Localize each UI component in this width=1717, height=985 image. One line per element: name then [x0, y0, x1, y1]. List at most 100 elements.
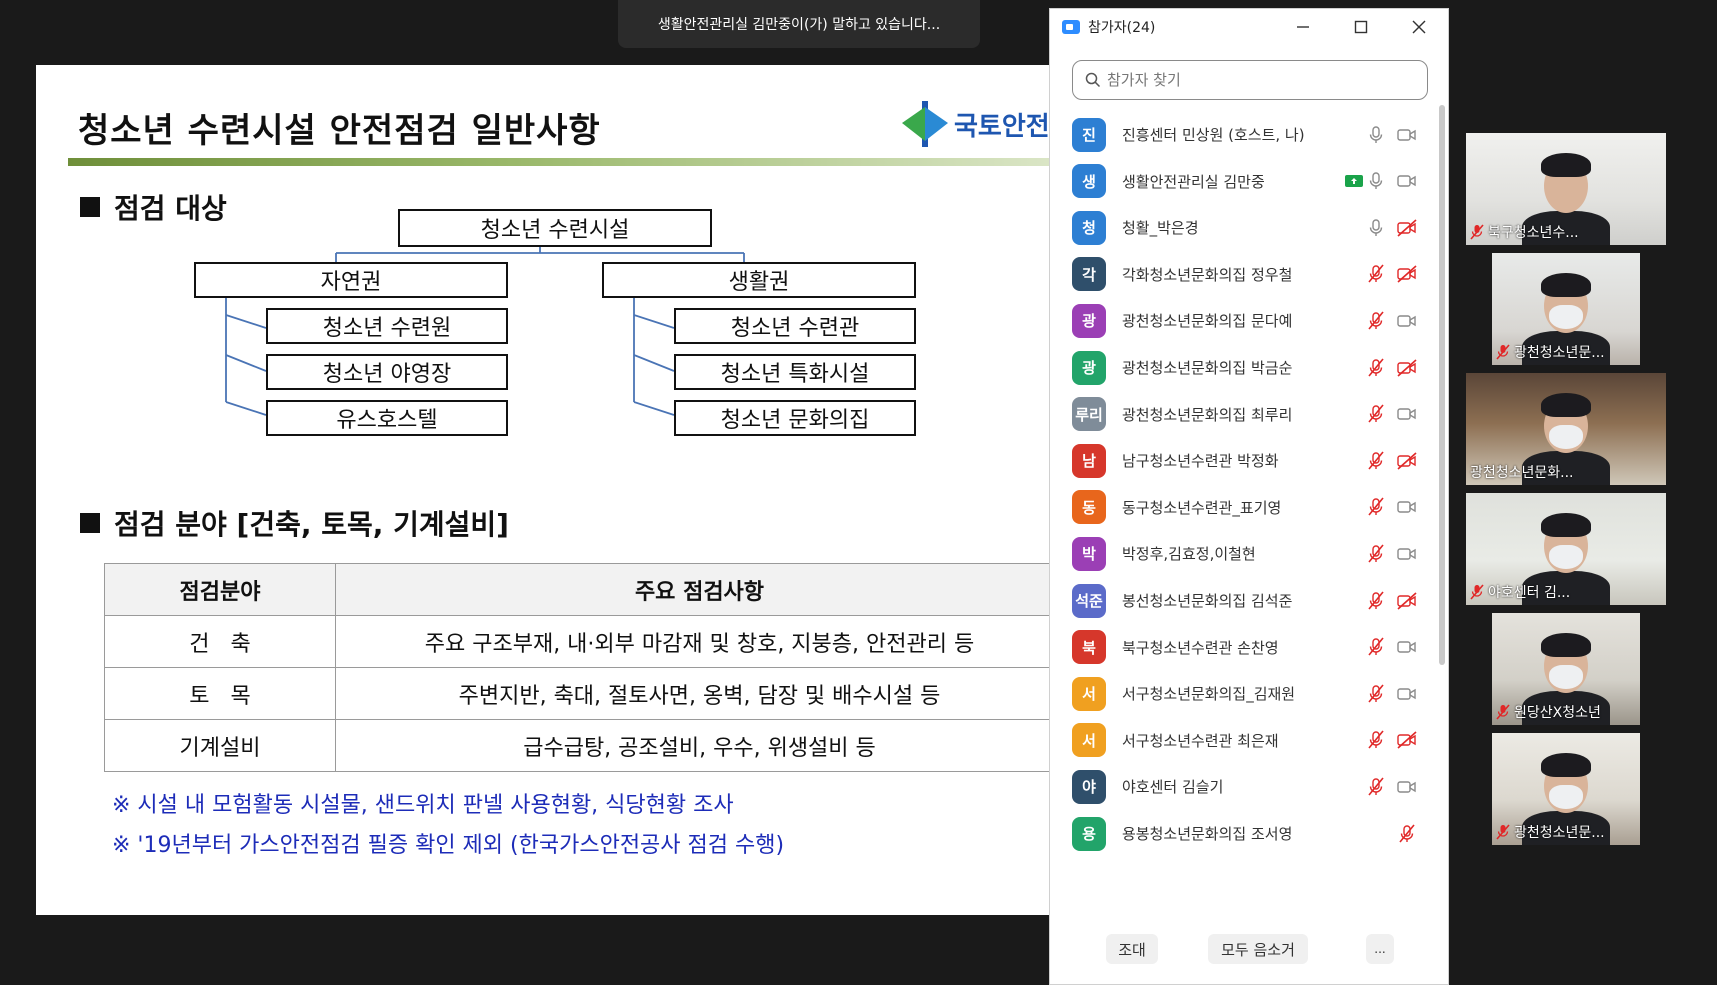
participant-avatar: 각 [1072, 257, 1106, 292]
participant-row[interactable]: 생 생활안전관리실 김만중 [1050, 156, 1434, 207]
participant-avatar: 진 [1072, 117, 1106, 152]
participant-row[interactable]: 석준 봉선청소년문화의집 김석준 [1050, 575, 1434, 626]
tree-leaf-box: 청소년 특화시설 [674, 354, 916, 390]
panel-footer: 조대 모두 음소거 ... [1050, 934, 1448, 976]
participant-row[interactable]: 남 남구청소년수련관 박정화 [1050, 435, 1434, 486]
participant-avatar: 광 [1072, 303, 1106, 338]
face-mask [1549, 425, 1583, 449]
face-mask [1549, 665, 1583, 689]
participant-list: 진 진흥센터 민상원 (호스트, 나) 생 생활안전관리실 김만중 청 청활_박은경각 각화… [1050, 109, 1434, 929]
close-icon [1412, 20, 1426, 34]
participant-row[interactable]: 광 광천청소년문화의집 박금순 [1050, 342, 1434, 393]
table-row: 건 축 주요 구조부재, 내·외부 마감재 및 창호, 지붕층, 안전관리 등 [104, 615, 1050, 668]
participant-row[interactable]: 서 서구청소년수련관 최은재 [1050, 715, 1434, 766]
table-header-cell: 주요 점검사항 [335, 563, 1050, 616]
tree-leaf-box: 청소년 수련관 [674, 308, 916, 344]
participant-name: 남구청소년수련관 박정화 [1122, 452, 1279, 471]
microphone-muted-icon [1364, 449, 1388, 473]
face-mask [1549, 305, 1583, 329]
thumbnail-name: 광천청소년문... [1514, 825, 1605, 841]
participant-video-thumbnail[interactable]: 광천청소년문... [1492, 733, 1640, 845]
microphone-muted-icon [1364, 402, 1388, 426]
person-hair [1541, 753, 1591, 777]
zoom-meeting-window: 생활안전관리실 김만중이(가) 말하고 있습니다... 청소년 수련시설 안전점… [0, 0, 1717, 985]
table-cell: 건 축 [104, 615, 336, 668]
microphone-muted-icon [1364, 309, 1388, 333]
person-hair [1541, 513, 1591, 537]
microphone-muted-icon [1364, 542, 1388, 566]
video-camera-off-icon [1395, 449, 1419, 473]
participant-avatar: 석준 [1072, 583, 1106, 618]
participant-search-input[interactable] [1107, 71, 1407, 89]
section-heading-text: 점검 분야 [건축, 토목, 기계설비] [114, 508, 509, 541]
participant-name: 야호센터 김슬기 [1122, 778, 1224, 797]
participant-avatar: 루리 [1072, 397, 1106, 432]
participant-video-thumbnail[interactable]: 광천청소년문... [1492, 253, 1640, 365]
thumbnail-label: 야호센터 김... [1470, 582, 1570, 602]
video-camera-off-icon [1395, 262, 1419, 286]
table-cell: 기계설비 [104, 719, 336, 772]
participant-row[interactable]: 각 각화청소년문화의집 정우철 [1050, 249, 1434, 300]
participant-avatar: 서 [1072, 723, 1106, 758]
participant-row[interactable]: 광 광천청소년문화의집 문다예 [1050, 295, 1434, 346]
participant-row[interactable]: 야 야호센터 김슬기 [1050, 761, 1434, 812]
tree-leaf-box: 청소년 야영장 [266, 354, 508, 390]
square-bullet-icon [80, 513, 100, 533]
participant-video-thumbnail[interactable]: 야호센터 김... [1466, 493, 1666, 605]
video-camera-icon [1395, 495, 1419, 519]
tree-leaf-box: 청소년 문화의집 [674, 400, 916, 436]
participant-row[interactable]: 용 용봉청소년문화의집 조서영 [1050, 808, 1434, 859]
more-options-button[interactable]: ... [1366, 934, 1394, 964]
participant-video-thumbnail[interactable]: 북구청소년수... [1466, 133, 1666, 245]
table-row: 토 목 주변지반, 축대, 절토사면, 옹벽, 담장 및 배수시설 등 [104, 667, 1050, 720]
video-camera-off-icon [1395, 216, 1419, 240]
mute-all-button[interactable]: 모두 음소거 [1208, 934, 1308, 964]
participant-name: 광천청소년문화의집 박금순 [1122, 359, 1293, 377]
participant-name: 북구청소년수련관 손찬영 [1122, 638, 1279, 657]
invite-button[interactable]: 조대 [1106, 934, 1158, 964]
participant-list-scrollbar[interactable] [1439, 105, 1445, 665]
participant-name: 진흥센터 민상원 (호스트, 나) [1122, 126, 1305, 144]
table-row: 기계설비 급수급탕, 공조설비, 우수, 위생설비 등 [104, 719, 1050, 772]
participant-row[interactable]: 서 서구청소년문화의집_김재원 [1050, 668, 1434, 719]
microphone-muted-icon [1364, 495, 1388, 519]
thumbnail-label: 광천청소년문... [1496, 822, 1605, 842]
slide-note: ※ 시설 내 모험활동 시설물, 샌드위치 판넬 사용현황, 식당현황 조사 [112, 793, 734, 818]
panel-titlebar: 참가자(24) [1050, 9, 1448, 45]
participant-name: 각화청소년문화의집 정우철 [1122, 265, 1293, 284]
participant-row[interactable]: 북 북구청소년수련관 손찬영 [1050, 622, 1434, 673]
participant-avatar: 생 [1072, 164, 1106, 199]
participant-avatar: 광 [1072, 350, 1106, 385]
participant-avatar: 동 [1072, 490, 1106, 525]
participant-avatar: 야 [1072, 769, 1106, 804]
participant-search-box[interactable] [1072, 60, 1428, 100]
close-button[interactable] [1404, 15, 1434, 39]
microphone-muted-icon [1364, 356, 1388, 380]
participant-name: 광천청소년문화의집 문다예 [1122, 312, 1293, 331]
participant-row[interactable]: 동 동구청소년수련관_표기영 [1050, 482, 1434, 533]
video-camera-icon [1395, 682, 1419, 706]
participant-video-thumbnail[interactable]: 원당산X청소년 [1492, 613, 1640, 725]
participant-row[interactable]: 청 청활_박은경 [1050, 202, 1434, 253]
video-camera-off-icon [1395, 589, 1419, 613]
participant-row[interactable]: 진 진흥센터 민상원 (호스트, 나) [1050, 109, 1434, 160]
participant-row[interactable]: 루리 광천청소년문화의집 최루리 [1050, 389, 1434, 440]
video-camera-off-icon [1395, 356, 1419, 380]
microphone-muted-icon [1364, 262, 1388, 286]
maximize-button[interactable] [1346, 15, 1376, 39]
thumbnail-name: 야호센터 김... [1488, 585, 1571, 601]
microphone-icon [1364, 169, 1388, 193]
participant-row[interactable]: 박 박정후,김효정,이철현 [1050, 528, 1434, 579]
participant-video-thumbnail[interactable]: 광천청소년문화... [1466, 373, 1666, 485]
participant-name: 봉선청소년문화의집 김석준 [1122, 592, 1293, 610]
minimize-icon [1297, 26, 1309, 28]
participant-avatar: 박 [1072, 536, 1106, 571]
maximize-icon [1354, 20, 1368, 34]
microphone-muted-icon [1496, 824, 1510, 840]
microphone-muted-icon [1470, 224, 1484, 240]
participant-avatar: 서 [1072, 676, 1106, 711]
person-hair [1541, 393, 1591, 417]
shared-screen-slide: 청소년 수련시설 안전점검 일반사항 국토안전 점검 대상 청소년 수련시설 자… [36, 65, 1050, 915]
minimize-button[interactable] [1288, 15, 1318, 39]
inspection-table: 점검분야 주요 점검사항 건 축 주요 구조부재, 내·외부 마감재 및 창호,… [104, 563, 1050, 772]
